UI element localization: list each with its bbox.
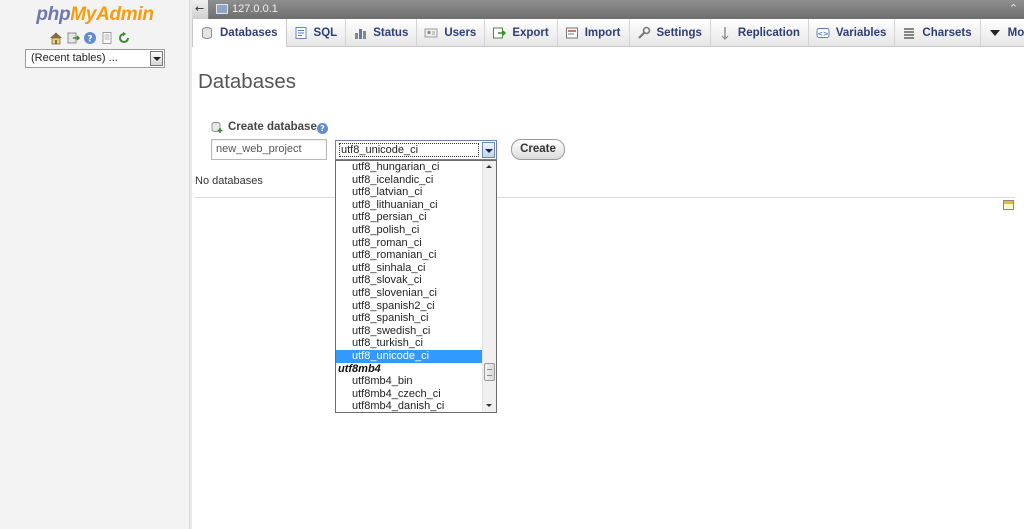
tab-status[interactable]: Status [346, 19, 418, 46]
scroll-up-arrow-icon[interactable] [483, 161, 496, 173]
sql-icon [295, 26, 306, 39]
console-toggle-icon[interactable] [1003, 200, 1014, 210]
create-database-label: Create database [228, 121, 317, 133]
collation-group-label: utf8mb4 [338, 362, 381, 375]
tab-users[interactable]: Users [417, 19, 486, 46]
new-database-icon [211, 122, 223, 133]
collation-option[interactable]: utf8_spanish_ci [336, 312, 483, 325]
scroll-down-arrow-icon[interactable] [483, 400, 496, 412]
tab-sql[interactable]: SQL [287, 19, 347, 46]
svg-text:?: ? [87, 35, 92, 45]
create-database-heading: Create database [211, 121, 317, 133]
collation-dropdown-list[interactable]: utf8_hungarian_ci utf8_icelandic_ci utf8… [335, 160, 497, 413]
collation-option[interactable]: utf8_persian_ci [336, 211, 483, 224]
collation-select[interactable]: utf8_unicode_ci [335, 140, 497, 160]
chevron-down-icon[interactable] [150, 51, 163, 66]
settings-icon [637, 26, 650, 39]
collation-option[interactable]: utf8mb4_bin [336, 375, 483, 388]
replication-icon [721, 26, 729, 40]
status-icon [355, 28, 367, 39]
collation-option[interactable]: utf8_latvian_ci [336, 186, 483, 199]
charsets-icon [904, 27, 915, 39]
server-breadcrumb-bar: ← 127.0.0.1 ⌃ [192, 0, 1024, 19]
export-icon [493, 27, 507, 38]
collation-option[interactable]: utf8_sinhala_ci [336, 262, 483, 275]
collation-option-selected[interactable]: utf8_unicode_ci [336, 349, 483, 363]
variables-icon: <> [816, 27, 830, 38]
tab-variables[interactable]: <> Variables [809, 19, 896, 46]
navigation-panel: phpMyAdmin ? (Recent tables) ... [0, 0, 190, 529]
tab-import[interactable]: Import [558, 19, 630, 46]
collation-option[interactable]: utf8_hungarian_ci [336, 161, 483, 174]
chevron-down-icon[interactable] [482, 142, 495, 158]
recent-tables-select[interactable]: (Recent tables) ... [25, 49, 165, 68]
collation-option[interactable]: utf8_lithuanian_ci [336, 199, 483, 212]
tab-charsets[interactable]: Charsets [895, 19, 981, 46]
collation-option[interactable]: utf8_swedish_ci [336, 325, 483, 338]
svg-text:<>: <> [817, 30, 829, 38]
page-title: Databases [198, 70, 297, 93]
collation-option[interactable]: utf8mb4_czech_ci [336, 388, 483, 401]
collation-option[interactable]: utf8_slovak_ci [336, 274, 483, 287]
collation-option[interactable]: utf8_icelandic_ci [336, 174, 483, 187]
collation-option[interactable]: utf8mb4_danish_ci [336, 400, 483, 412]
tab-replication[interactable]: Replication [711, 19, 809, 46]
documentation-icon[interactable]: ? [317, 123, 328, 134]
tab-more[interactable]: More [981, 19, 1024, 46]
server-name-link[interactable]: 127.0.0.1 [232, 3, 278, 15]
import-icon [565, 27, 578, 38]
reload-icon[interactable] [117, 31, 131, 45]
collation-options: utf8_hungarian_ci utf8_icelandic_ci utf8… [336, 161, 483, 412]
sidebar-resize-handle[interactable] [189, 0, 192, 529]
collation-option[interactable]: utf8_romanian_ci [336, 249, 483, 262]
divider [195, 197, 1015, 198]
create-button[interactable]: Create [511, 139, 565, 160]
collapse-navigation-button[interactable]: ← [192, 0, 209, 19]
no-databases-message: No databases [195, 175, 263, 187]
users-icon [424, 28, 438, 37]
database-icon [202, 27, 212, 39]
collation-option[interactable]: utf8_turkish_ci [336, 337, 483, 350]
collation-option[interactable]: utf8_spanish2_ci [336, 300, 483, 313]
collation-selected-value: utf8_unicode_ci [339, 143, 479, 157]
collapse-top-menu-icon[interactable]: ⌃ [1009, 2, 1018, 15]
home-icon[interactable] [49, 31, 63, 45]
docs-icon[interactable] [100, 31, 114, 45]
chevron-down-icon [989, 29, 1000, 36]
tab-export[interactable]: Export [485, 19, 558, 46]
collation-option[interactable]: utf8_roman_ci [336, 237, 483, 250]
server-icon [216, 4, 228, 14]
dropdown-scrollbar[interactable] [482, 161, 496, 412]
tab-databases[interactable]: Databases [192, 19, 287, 47]
scrollbar-thumb[interactable] [484, 363, 495, 381]
collation-option[interactable]: utf8_polish_ci [336, 224, 483, 237]
help-icon[interactable]: ? [83, 31, 97, 45]
logout-icon[interactable] [66, 31, 80, 45]
phpmyadmin-logo[interactable]: phpMyAdmin [0, 4, 190, 26]
collation-option[interactable]: utf8_slovenian_ci [336, 287, 483, 300]
database-name-input[interactable]: new_web_project [211, 139, 327, 160]
tab-settings[interactable]: Settings [630, 19, 711, 46]
navigation-icons: ? [49, 31, 131, 45]
top-menu-tabs: Databases SQL Status Users Export Import… [192, 19, 1024, 47]
